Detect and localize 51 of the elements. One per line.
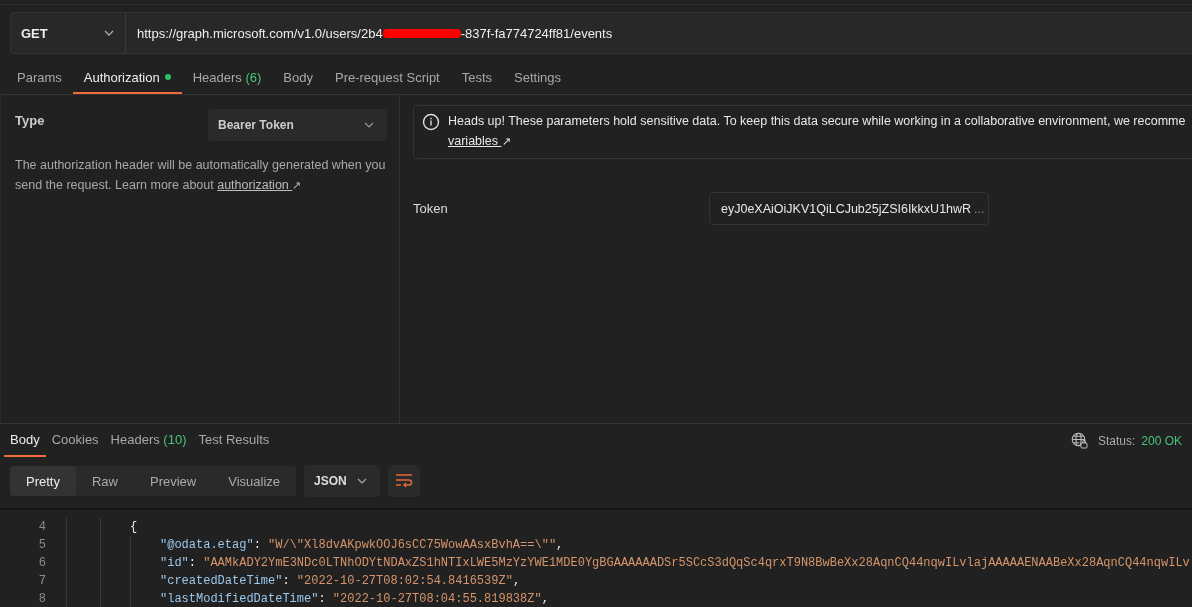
line-number: 4 [37, 520, 46, 534]
code-token: , [512, 574, 521, 588]
line-number: 6 [37, 556, 46, 570]
request-tab[interactable]: Params [6, 62, 73, 94]
wrap-lines-button[interactable] [388, 465, 421, 497]
code-token: "id" [160, 556, 189, 570]
code-token: "2022-10-27T08:02:54.8416539Z" [296, 574, 513, 588]
wrap-lines-icon [395, 473, 414, 489]
code-token: , [541, 592, 549, 606]
code-token: : [253, 538, 262, 552]
request-tab[interactable]: Pre-request Script [323, 62, 451, 94]
info-icon [422, 113, 440, 131]
code-token: "2022-10-27T08:04:55.819838Z" [332, 592, 542, 606]
globe-lock-icon [1070, 432, 1088, 449]
format-dropdown[interactable]: JSON [304, 465, 381, 497]
request-tab[interactable]: Tests [450, 62, 504, 94]
type-label: Type [15, 112, 45, 128]
view-mode-button[interactable]: Visualize [212, 466, 297, 496]
status-label: Status: [1097, 433, 1136, 448]
code-token: "AAMkADY2YmE3NDc0LTNhODYtNDAxZS1hNTIxLWE5MzYzYWE1MDE0YgBGAAAAAADSr5SCcS3dQqSc4qrxT9N8BwBeXx28AqnCQ44nqwILvlajAAAAAENAABeXx28AqnCQ44nqwILv [203, 556, 1190, 570]
code-token: , [556, 538, 564, 552]
response-tab[interactable]: Headers (10) [104, 424, 193, 457]
request-tab[interactable]: Headers (6) [181, 62, 273, 94]
code-token: : [188, 556, 197, 570]
token-field[interactable]: eyJ0eXAiOiJKV1QiLCJub25jZSI6IkkxU1hwR ... [709, 192, 989, 225]
code-token: "createdDateTime" [160, 574, 283, 588]
token-label: Token [413, 201, 449, 216]
view-mode-button[interactable]: Raw [75, 466, 134, 496]
line-number: 5 [37, 538, 46, 552]
variables-link[interactable]: variables ↗ [448, 131, 511, 151]
response-tab[interactable]: Cookies [45, 424, 105, 457]
auth-description: The authorization header will be automatically generated when you send the request. Learn more about authorization ↗ [15, 157, 387, 194]
code-token: { [130, 520, 138, 534]
line-number: 7 [37, 574, 46, 588]
authorization-link[interactable]: authorization ↗ [217, 178, 302, 192]
response-tab[interactable]: Body [4, 424, 46, 457]
view-mode-button[interactable]: Pretty [10, 466, 76, 496]
status-value: 200 OK [1141, 433, 1182, 448]
code-token: : [282, 574, 291, 588]
view-mode-button[interactable]: Preview [134, 466, 213, 496]
request-tab[interactable]: Authorization [72, 62, 182, 94]
code-token: "@odata.etag" [160, 538, 254, 552]
code-token: "lastModifiedDateTime" [160, 592, 319, 606]
code-token: "W/\"Xl8dvAKpwkOOJ6sCC75WowAAsxBvhA==\"" [268, 538, 557, 552]
response-tab[interactable]: Test Results [192, 424, 276, 457]
request-tab[interactable]: Body [272, 62, 324, 94]
line-number: 8 [37, 592, 46, 606]
auth-type-dropdown[interactable]: Bearer Token [208, 109, 387, 141]
code-token: : [318, 592, 327, 606]
warning-text: Heads up! These parameters hold sensitive data. To keep this data secure while working in a collaborative environment, we recomme [448, 113, 1186, 130]
request-tab[interactable]: Settings [503, 62, 573, 94]
